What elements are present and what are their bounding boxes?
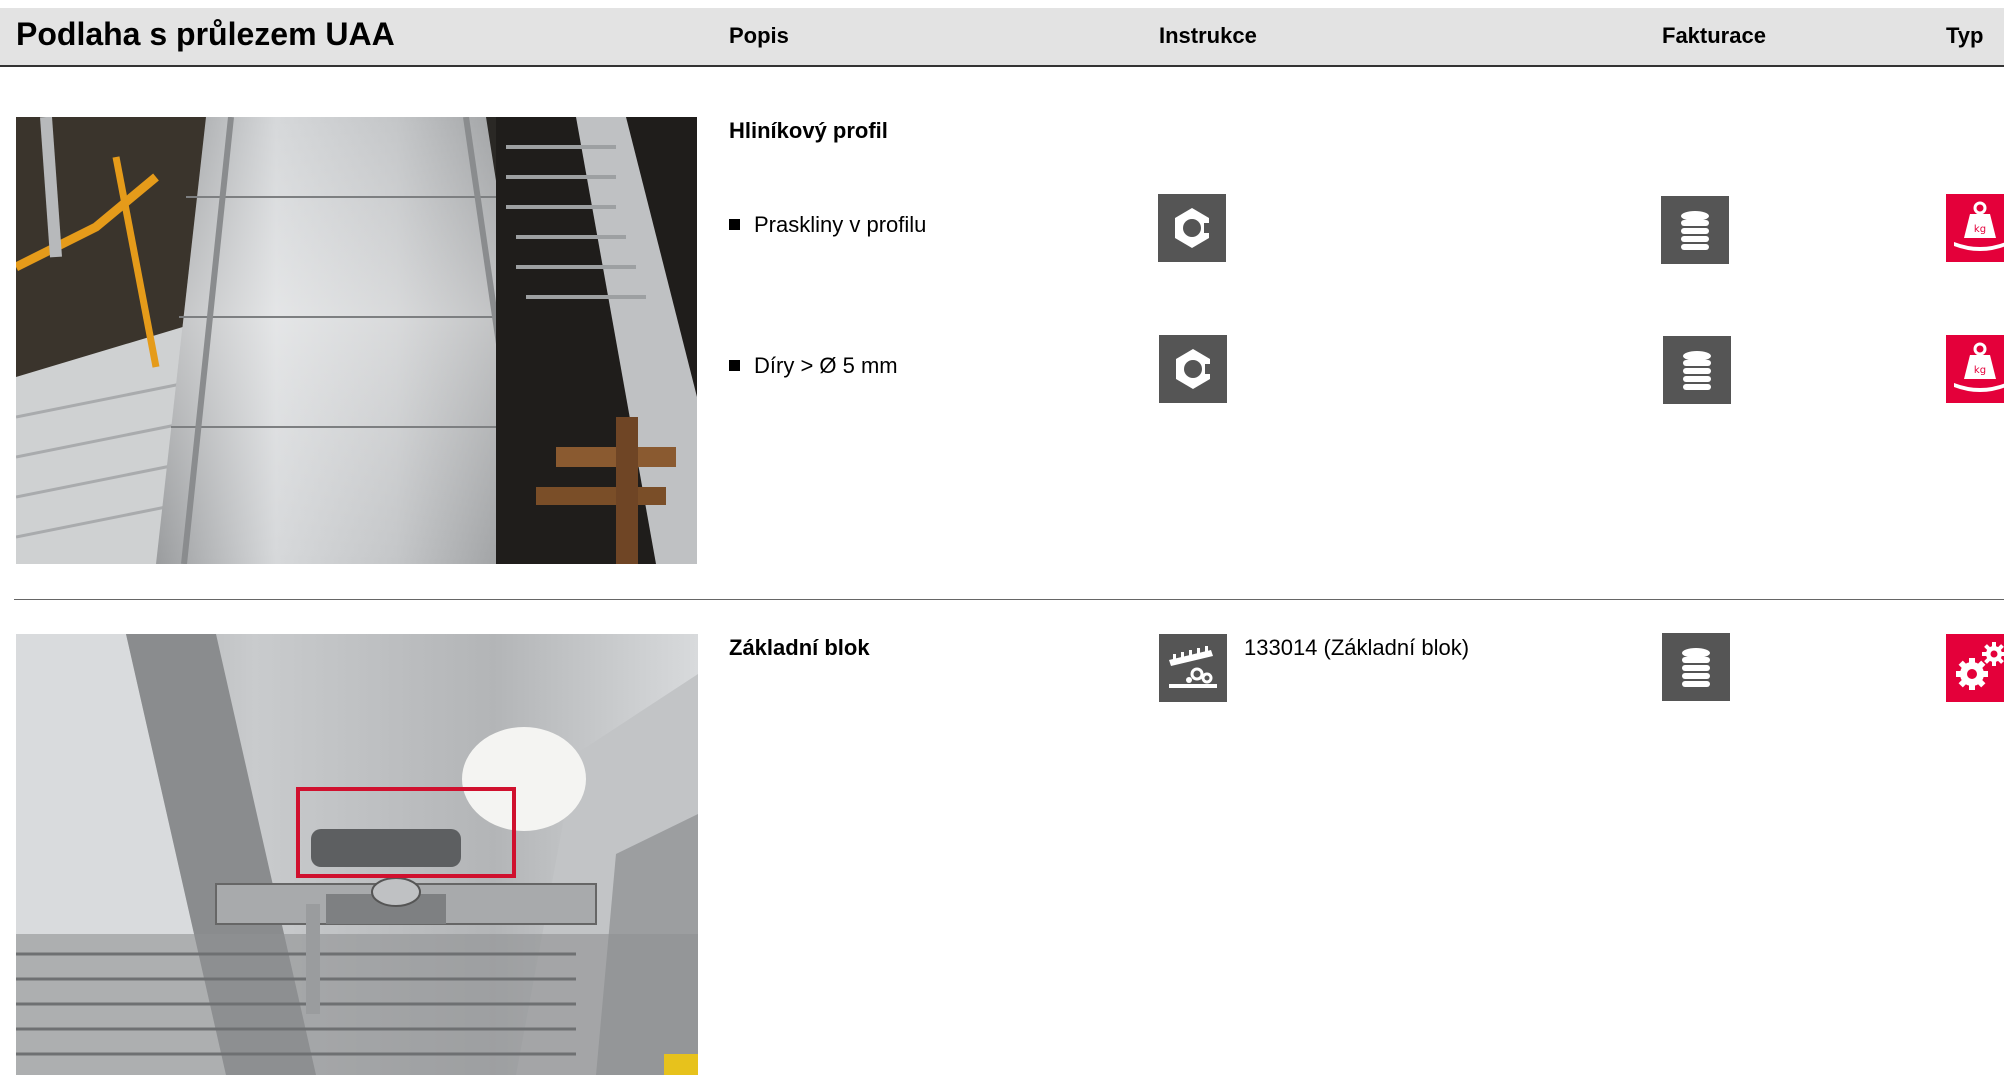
svg-text:kg: kg [1974, 365, 1986, 376]
gears-icon [1946, 634, 2004, 702]
column-header-popis: Popis [729, 23, 789, 48]
defect-item-cracks: Praskliny v profilu [729, 211, 926, 239]
column-header-fakturace: Fakturace [1662, 23, 1766, 48]
table-header: Podlaha s průlezem UAA Popis Instrukce F… [0, 8, 2004, 67]
defect-item-label: Praskliny v profilu [754, 212, 927, 237]
column-header-instrukce: Instrukce [1159, 23, 1257, 48]
coin-stack-icon [1661, 196, 1729, 264]
repair-tool-icon [1159, 634, 1227, 702]
section-title-base-block: Základní blok [729, 635, 870, 660]
defect-item-holes: Díry > Ø 5 mm [729, 352, 898, 380]
photo-aluminium-profile [16, 117, 697, 564]
coin-stack-icon [1663, 336, 1731, 404]
spare-part-reference: 133014 (Základní blok) [1244, 635, 1470, 660]
svg-text:kg: kg [1974, 224, 1986, 235]
weight-kg-icon: kg [1946, 194, 2004, 262]
section-title-aluminium-profile: Hliníkový profil [729, 118, 888, 143]
page-title: Podlaha s průlezem UAA [16, 16, 395, 52]
defect-item-label: Díry > Ø 5 mm [754, 353, 898, 378]
nut-icon [1158, 194, 1226, 262]
section-divider [14, 599, 2004, 600]
weight-kg-icon: kg [1946, 335, 2004, 403]
nut-icon [1159, 335, 1227, 403]
coin-stack-icon [1662, 633, 1730, 701]
bullet-icon [729, 359, 740, 371]
bullet-icon [729, 218, 740, 230]
column-header-typ: Typ [1946, 23, 1984, 48]
photo-base-block [16, 634, 698, 1075]
